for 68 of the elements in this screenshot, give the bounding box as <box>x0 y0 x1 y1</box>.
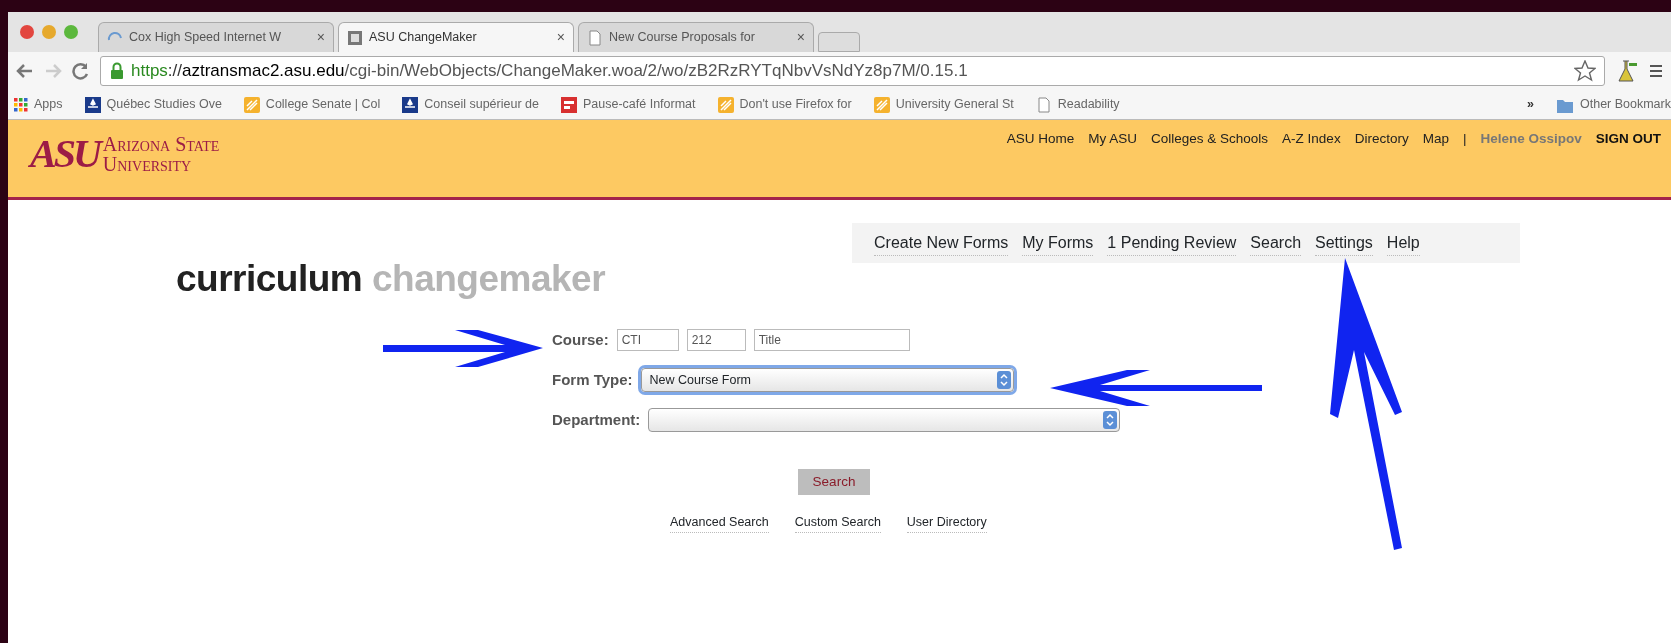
url-text: https://aztransmac2.asu.edu/cgi-bin/WebObjects/ChangeMaker.woa/2/wo/zB2RzRYTqNbvVsNdYz8p7M/0.15.1 <box>131 60 968 83</box>
close-window-button[interactable] <box>20 25 34 39</box>
bookmark[interactable]: College Senate | Col <box>243 95 381 114</box>
browser-tab[interactable]: ASU ChangeMaker × <box>338 22 574 52</box>
coffee-favicon <box>560 96 577 113</box>
bookmark[interactable]: University General St <box>873 95 1014 114</box>
bookmark[interactable]: Conseil supérieur de <box>402 95 539 114</box>
field-label: Course: <box>552 329 609 350</box>
course-input[interactable]: CTI <box>616 329 679 351</box>
tab-title: Cox High Speed Internet W <box>129 29 282 47</box>
zoom-window-button[interactable] <box>64 25 78 39</box>
header-link[interactable]: My ASU <box>1088 129 1138 197</box>
nav-link[interactable]: Create New Forms <box>874 230 1009 256</box>
new-tab-button[interactable] <box>818 32 860 52</box>
other-bookmarks-folder[interactable]: Other Bookmark <box>1556 95 1671 114</box>
menu-icon[interactable] <box>1649 62 1663 80</box>
lock-icon <box>109 62 125 80</box>
page-icon <box>1035 96 1052 113</box>
logo-text[interactable]: University <box>102 154 220 174</box>
header-link[interactable]: Directory <box>1354 129 1409 197</box>
header-link[interactable]: ASU Home <box>1006 129 1075 197</box>
nav-link[interactable]: 1 Pending Review <box>1107 230 1237 256</box>
address-bar[interactable]: https://aztransmac2.asu.edu/cgi-bin/WebObjects/ChangeMaker.woa/2/wo/zB2RzRYTqNbvVsNdYz8p7M/0.15.1 <box>100 56 1605 86</box>
stepper-icon <box>996 371 1011 389</box>
header-link[interactable]: Map <box>1422 129 1449 197</box>
dropdown[interactable] <box>648 408 1121 432</box>
browser-tab[interactable]: New Course Proposals for × <box>578 22 814 52</box>
back-icon[interactable] <box>16 62 34 80</box>
stepper-icon <box>1103 411 1118 429</box>
separator: | <box>1462 130 1467 148</box>
flask-icon[interactable] <box>1615 59 1639 83</box>
header-link[interactable]: A-Z Index <box>1282 129 1341 197</box>
nav-link[interactable]: Search <box>1250 230 1302 256</box>
logo-text[interactable]: Arizona State <box>102 134 220 154</box>
tab-title: New Course Proposals for <box>609 29 755 47</box>
sign-out-link[interactable]: SIGN OUT <box>1595 129 1661 197</box>
browser-tab[interactable]: Cox High Speed Internet W × <box>98 22 334 52</box>
nav-link[interactable]: Settings <box>1315 230 1373 256</box>
reload-icon[interactable] <box>72 62 90 80</box>
bookmark[interactable]: Don't use Firefox for <box>717 95 852 114</box>
nav-link[interactable]: My Forms <box>1022 230 1094 256</box>
dropdown[interactable]: New Course Form <box>640 368 1014 392</box>
bookmark[interactable]: Québec Studies Ove <box>84 95 222 114</box>
minimize-window-button[interactable] <box>42 25 56 39</box>
header-link[interactable]: Colleges & Schools <box>1151 129 1269 197</box>
bookmark[interactable]: Readability <box>1035 95 1120 114</box>
bookmark[interactable]: Pause-café Informat <box>560 95 696 114</box>
course-input[interactable]: 212 <box>686 329 746 351</box>
close-tab-icon[interactable]: × <box>796 27 805 48</box>
search-button[interactable]: Search <box>798 469 870 495</box>
app-icon <box>347 29 363 46</box>
course-input[interactable]: Title <box>753 329 910 351</box>
star-icon[interactable] <box>1574 60 1596 82</box>
app-title: curriculum changemaker <box>176 257 607 301</box>
tab-title: ASU ChangeMaker <box>369 29 477 47</box>
field-label: Form Type: <box>552 369 633 390</box>
apps-icon <box>14 97 28 112</box>
apps-bookmark[interactable]: Apps <box>14 95 63 114</box>
search-link[interactable]: Advanced Search <box>670 513 769 533</box>
close-tab-icon[interactable]: × <box>556 27 565 48</box>
more-bookmarks-button[interactable]: » <box>1527 95 1534 114</box>
close-tab-icon[interactable]: × <box>316 27 325 48</box>
page-icon <box>587 29 603 46</box>
nav-link[interactable]: Help <box>1386 230 1420 256</box>
user-name: Helene Ossipov <box>1480 130 1582 148</box>
search-link[interactable]: User Directory <box>906 513 987 533</box>
field-label: Department: <box>552 409 641 430</box>
search-link[interactable]: Custom Search <box>794 513 881 533</box>
